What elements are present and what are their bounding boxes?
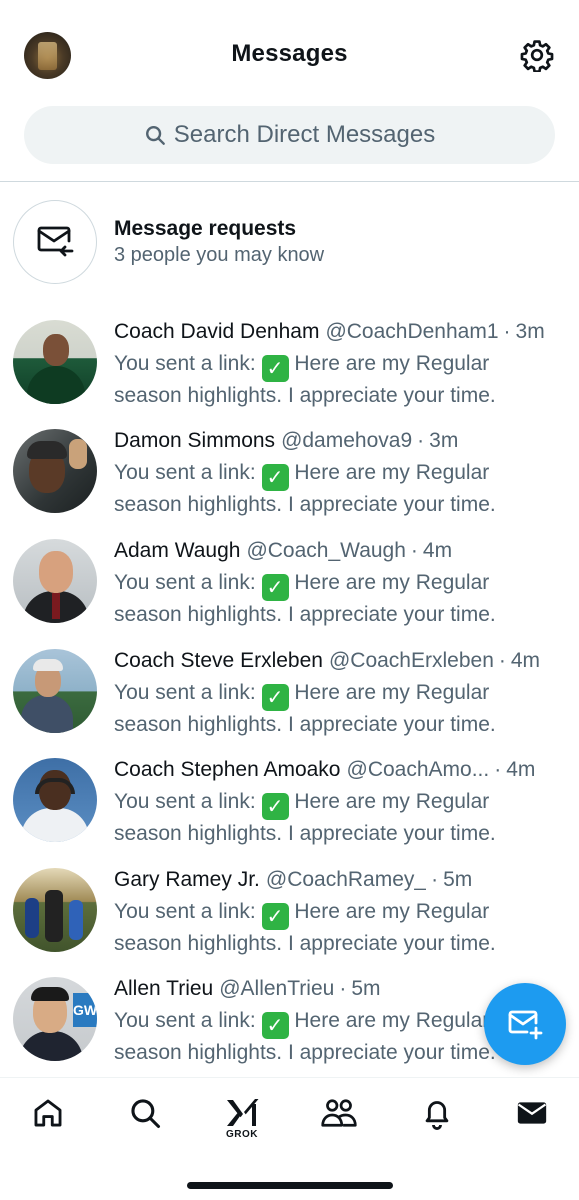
conversation-handle: @CoachDenham1 [325,320,499,343]
separator: · [494,758,502,781]
conversation-name: Coach Stephen Amoako [114,758,341,781]
snippet-prefix: You sent a link: [114,461,256,484]
message-requests-icon-wrap [13,200,97,284]
conversation-snippet: You sent a link: ✓ Here are my Regular s… [114,788,554,848]
conversation-row[interactable]: Coach Steve Erxleben @CoachErxleben · 4m… [0,649,579,759]
nav-notifications[interactable] [417,1096,457,1140]
header: Messages [0,0,579,100]
separator: · [498,649,506,672]
grok-label: GROK [226,1129,258,1140]
conversation-time: 4m [506,758,536,781]
check-mark-icon: ✓ [261,355,289,382]
avatar[interactable] [13,429,97,513]
avatar-sign-text: GW [73,993,97,1027]
conversation-handle: @CoachAmo... [346,758,490,781]
conversation-handle: @damehova9 [281,429,413,452]
nav-messages[interactable] [512,1096,552,1140]
conversation-time: 3m [429,429,459,452]
envelope-icon [517,1102,547,1124]
conversation-handle: @AllenTrieu [219,977,335,1000]
conversation-time: 5m [351,977,381,1000]
nav-home[interactable] [28,1096,68,1140]
home-indicator [187,1182,393,1189]
conversation-name: Allen Trieu [114,977,214,1000]
snippet-prefix: You sent a link: [114,900,256,923]
message-requests-row[interactable]: Message requests 3 people you may know [0,195,579,291]
snippet-prefix: You sent a link: [114,1009,256,1032]
separator: · [410,539,418,562]
communities-icon [321,1099,357,1127]
snippet-prefix: You sent a link: [114,790,256,813]
separator: · [339,977,347,1000]
conversation-snippet: You sent a link: ✓ Here are my Regular s… [114,898,554,958]
conversation-row[interactable]: Coach Stephen Amoako @CoachAmo... · 4m Y… [0,758,579,868]
gear-icon[interactable] [520,38,554,72]
nav-communities[interactable] [319,1096,359,1140]
home-icon [34,1099,62,1127]
conversation-time: 4m [422,539,453,562]
messages-screen: Messages Search Direct Messages Message … [0,0,579,1200]
conversation-snippet: You sent a link: ✓ Here are my Regular s… [114,569,554,629]
avatar[interactable] [13,758,97,842]
snippet-prefix: You sent a link: [114,571,256,594]
snippet-prefix: You sent a link: [114,681,256,704]
conversation-snippet: You sent a link: ✓ Here are my Regular s… [114,350,554,410]
search-placeholder: Search Direct Messages [173,121,436,148]
conversation-row[interactable]: Adam Waugh @Coach_Waugh · 4m You sent a … [0,539,579,649]
new-message-button[interactable] [484,983,566,1065]
avatar[interactable] [13,649,97,733]
search-bar[interactable]: Search Direct Messages [24,106,555,164]
compose-message-icon [508,1010,543,1040]
check-mark-icon: ✓ [261,464,289,491]
conversation-handle: @Coach_Waugh [246,539,406,562]
conversation-name: Coach David Denham [114,320,320,343]
avatar[interactable] [13,320,97,404]
page-title: Messages [231,40,348,67]
conversation-time: 5m [443,868,473,891]
check-mark-icon: ✓ [261,574,289,601]
separator: · [431,868,439,891]
conversation-name: Adam Waugh [114,539,241,562]
divider [0,181,579,182]
grok-icon [227,1099,259,1126]
avatar[interactable] [13,868,97,952]
envelope-incoming-icon [37,226,74,257]
avatar[interactable]: GW [13,977,97,1061]
search-icon [131,1099,161,1129]
bell-icon [425,1101,449,1130]
avatar[interactable] [13,539,97,623]
conversation-snippet: You sent a link: ✓ Here are my Regular s… [114,679,554,739]
search-icon [145,126,165,145]
conversation-snippet: You sent a link: ✓ Here are my Regular s… [114,459,554,519]
conversation-row[interactable]: Coach David Denham @CoachDenham1 · 3m Yo… [0,320,579,430]
separator: · [417,429,425,452]
nav-search[interactable] [125,1096,165,1140]
conversation-handle: @CoachRamey_ [265,868,427,891]
message-requests-subtitle: 3 people you may know [114,244,325,266]
conversation-row[interactable]: Gary Ramey Jr. @CoachRamey_ · 5m You sen… [0,868,579,978]
conversation-time: 3m [515,320,545,343]
conversation-row[interactable]: Damon Simmons @damehova9 · 3m You sent a… [0,429,579,539]
separator: · [503,320,511,343]
nav-grok[interactable]: GROK [222,1096,262,1140]
check-mark-icon: ✓ [261,1012,289,1039]
conversation-name: Damon Simmons [114,429,276,452]
conversation-name: Coach Steve Erxleben [114,649,323,672]
message-requests-title: Message requests [114,217,297,240]
check-mark-icon: ✓ [261,903,289,930]
conversation-handle: @CoachErxleben [328,649,494,672]
conversation-time: 4m [510,649,541,672]
check-mark-icon: ✓ [261,793,289,820]
conversation-name: Gary Ramey Jr. [114,868,260,891]
snippet-prefix: You sent a link: [114,352,256,375]
check-mark-icon: ✓ [261,684,289,711]
